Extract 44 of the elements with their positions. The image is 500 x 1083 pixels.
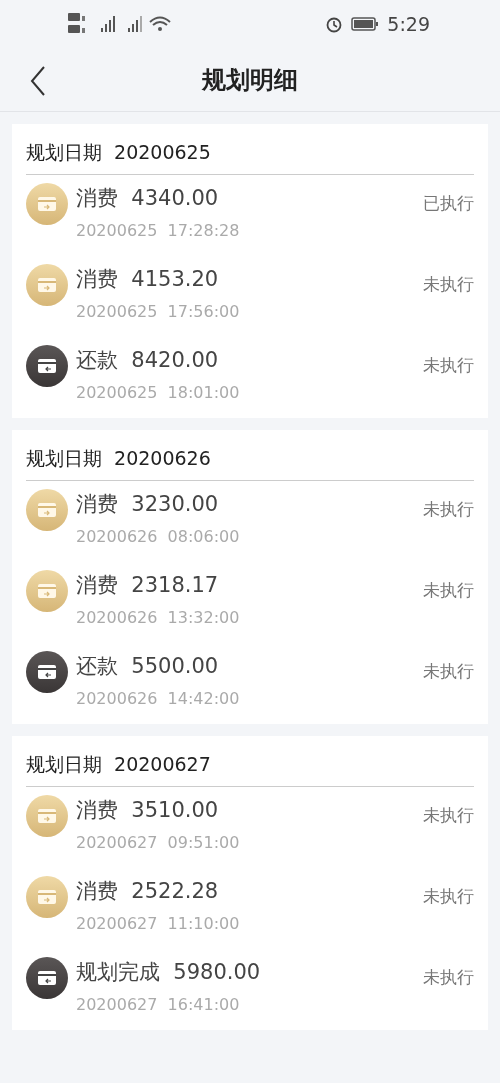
card-icon bbox=[26, 183, 68, 225]
status-label: 未执行 bbox=[423, 273, 474, 296]
card-icon bbox=[26, 876, 68, 918]
card-icon bbox=[26, 651, 68, 693]
record-time: 20200626 14:42:00 bbox=[76, 687, 241, 710]
record-title: 消费 3510.00 bbox=[76, 797, 220, 824]
record-time: 20200627 11:10:00 bbox=[76, 912, 241, 935]
record-time: 20200625 18:01:00 bbox=[76, 381, 241, 404]
battery-icon bbox=[351, 17, 380, 31]
back-icon[interactable] bbox=[30, 66, 46, 96]
card-title: 规划日期 20200627 bbox=[26, 753, 211, 775]
status-label: 未执行 bbox=[423, 354, 474, 377]
record-time: 20200626 13:32:00 bbox=[76, 606, 241, 629]
page-title: 规划明细 bbox=[202, 64, 298, 96]
status-label: 已执行 bbox=[423, 192, 474, 215]
card-icon bbox=[26, 570, 68, 612]
record-title: 规划完成 5980.00 bbox=[76, 959, 262, 986]
record-title: 消费 4340.00 bbox=[76, 185, 220, 212]
record-title: 还款 5500.00 bbox=[76, 653, 220, 680]
record-time: 20200627 09:51:00 bbox=[76, 831, 241, 854]
status-label: 未执行 bbox=[423, 660, 474, 683]
record-title: 消费 4153.20 bbox=[76, 266, 220, 293]
record-time: 20200625 17:56:00 bbox=[76, 300, 241, 323]
status-label: 未执行 bbox=[423, 804, 474, 827]
card-title: 规划日期 20200625 bbox=[26, 141, 211, 163]
clock-time: 5:29 bbox=[387, 11, 430, 37]
record-title: 消费 3230.00 bbox=[76, 491, 220, 518]
status-label: 未执行 bbox=[423, 498, 474, 521]
record-time: 20200627 16:41:00 bbox=[76, 993, 241, 1016]
card-icon bbox=[26, 489, 68, 531]
record-time: 20200625 17:28:28 bbox=[76, 219, 241, 242]
record-time: 20200626 08:06:00 bbox=[76, 525, 241, 548]
card-icon bbox=[26, 264, 68, 306]
status-label: 未执行 bbox=[423, 579, 474, 602]
card-icon bbox=[26, 957, 68, 999]
status-label: 未执行 bbox=[423, 966, 474, 989]
alarm-icon bbox=[325, 15, 344, 33]
record-title: 消费 2318.17 bbox=[76, 572, 220, 599]
card-title: 规划日期 20200626 bbox=[26, 447, 211, 469]
record-title: 消费 2522.28 bbox=[76, 878, 220, 905]
card-icon bbox=[26, 345, 68, 387]
record-title: 还款 8420.00 bbox=[76, 347, 220, 374]
status-label: 未执行 bbox=[423, 885, 474, 908]
card-icon bbox=[26, 795, 68, 837]
